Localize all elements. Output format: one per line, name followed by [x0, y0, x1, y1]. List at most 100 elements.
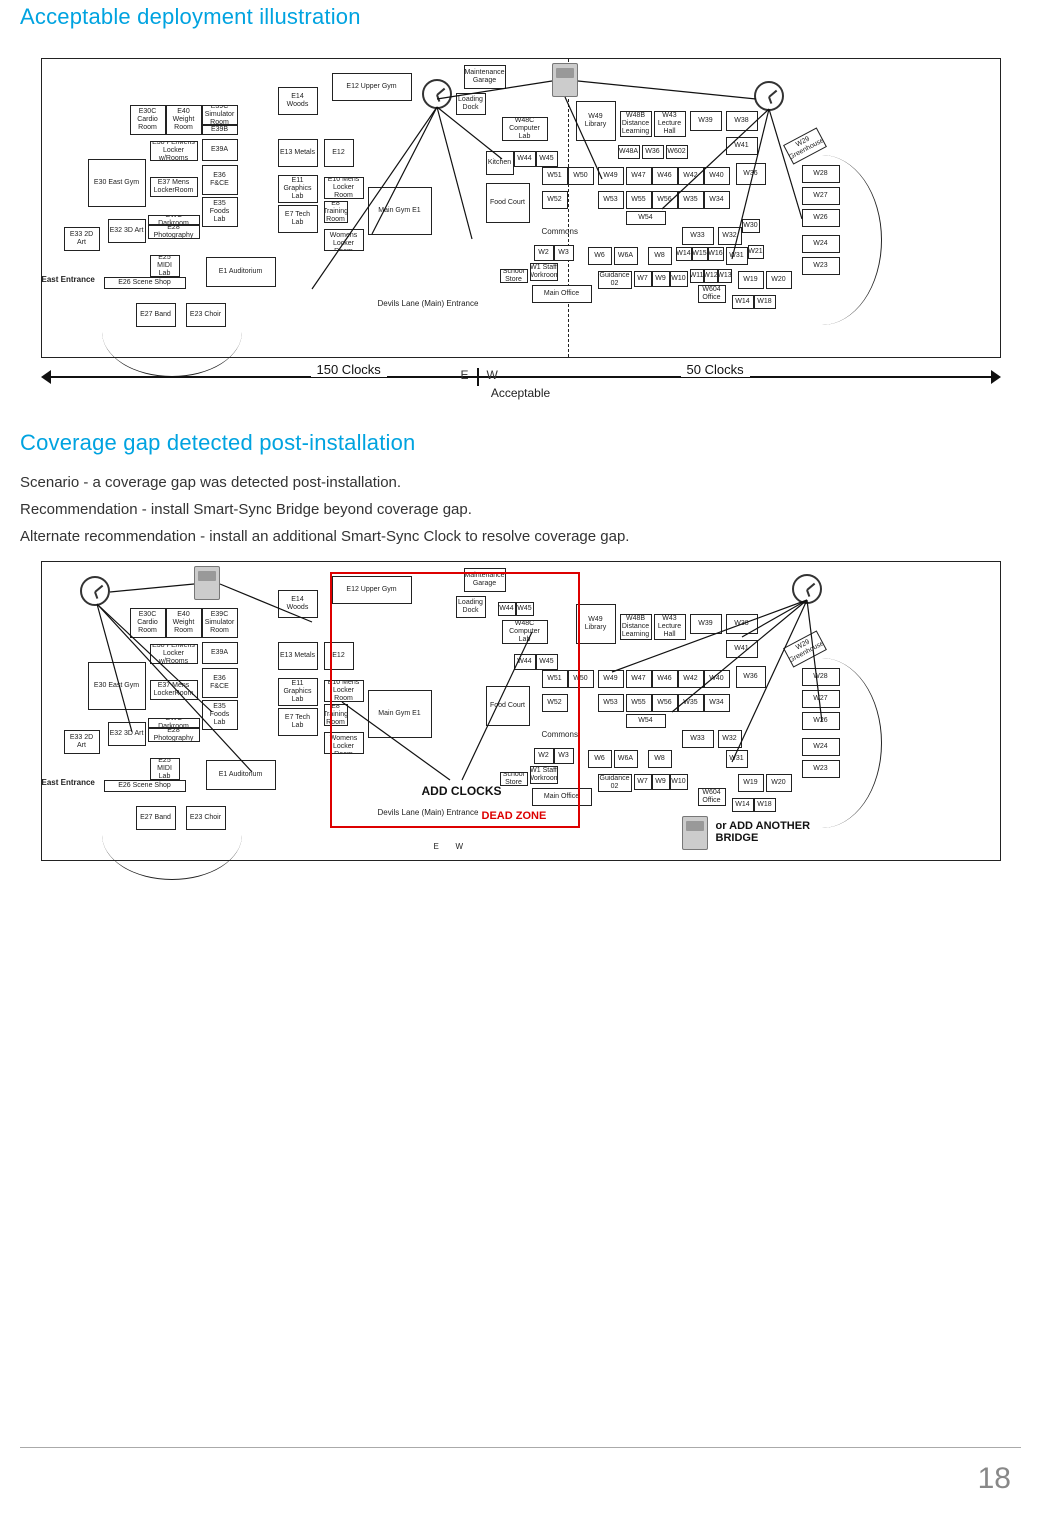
room2-e30c: E30C Cardio Room — [130, 608, 166, 638]
room2-w54: W54 — [626, 714, 666, 728]
room-guidance: Guidance 02 — [598, 271, 632, 289]
room-w14_b: W14 — [676, 247, 692, 261]
room-w1: W1 Staff Workroom — [530, 263, 558, 281]
label-add-clocks: ADD CLOCKS — [422, 784, 502, 798]
room-e28: E28 Photography — [148, 225, 200, 239]
room2-w18: W18 — [754, 798, 776, 812]
label-dead-zone: DEAD ZONE — [482, 810, 547, 822]
heading-coverage-gap: Coverage gap detected post-installation — [20, 430, 1021, 456]
room2-w35: W35 — [678, 694, 704, 712]
text-alternate: Alternate recommendation - install an ad… — [20, 528, 1021, 545]
arrow-right-icon — [991, 370, 1001, 384]
room-w41: W41 — [726, 137, 758, 155]
room-w48c: W48C Computer Lab — [502, 117, 548, 141]
room-kitchen: Kitchen — [486, 151, 514, 175]
clock-icon — [792, 574, 822, 604]
room2-e38: E38 PE/Mens Locker w/Rooms — [150, 644, 198, 664]
bridge-icon-alt — [682, 816, 708, 850]
room-w8: W8 — [648, 247, 672, 265]
room2-w53: W53 — [598, 694, 624, 712]
room-w18: W18 — [754, 295, 776, 309]
room-w47: W47 — [626, 167, 652, 185]
room-mainoffice: Main Office — [532, 285, 592, 303]
room-w6: W6 — [588, 247, 612, 265]
room-w36s: W36 — [642, 145, 664, 159]
room-w21: W21 — [748, 245, 764, 259]
room-w7: W7 — [634, 271, 652, 287]
room2-w43: W43 Lecture Hall — [654, 614, 686, 640]
room-w12: W12 — [704, 269, 718, 283]
room2-w6: W6 — [588, 750, 612, 768]
curve2-left — [102, 790, 242, 880]
room-w13: W13 — [718, 269, 732, 283]
floorplan-2: E30C Cardio Room E40 Weight Room E39C Si… — [41, 561, 1001, 861]
room-w39: W39 — [690, 111, 722, 131]
room2-e7: E7 Tech Lab — [278, 708, 318, 736]
caption-acceptable: Acceptable — [41, 386, 1001, 400]
room-e37: E37 Mens LockerRoom — [150, 177, 198, 197]
room-e32: E32 3D Art — [108, 219, 146, 243]
room2-w31: W31 — [726, 750, 748, 768]
room-office: W604 Office — [698, 285, 726, 303]
room-school: School Store — [500, 269, 528, 283]
room2-w49: W49 Library — [576, 604, 616, 644]
room-e39b: E39B — [202, 125, 238, 135]
room-w602: W602 — [666, 145, 688, 159]
room-w33: W33 — [682, 227, 714, 245]
room2-e1: E1 Auditorium — [206, 760, 276, 790]
axis-line — [45, 376, 997, 378]
room-e30c: E30C Cardio Room — [130, 105, 166, 135]
room-e12u: E12 Upper Gym — [332, 73, 412, 101]
room-w11: W11 — [690, 269, 704, 283]
room-w36: W36 — [736, 163, 766, 185]
axis-tick — [477, 368, 479, 386]
room2-w56: W56 — [652, 694, 678, 712]
room-w34: W34 — [704, 191, 730, 209]
room-e39c: E39C Simulator Room — [202, 105, 238, 125]
room-maingym: Main Gym E1 — [368, 187, 432, 235]
room-w31: W31 — [726, 247, 748, 265]
room-w32: W32 — [718, 227, 742, 245]
room2-e11: E11 Graphics Lab — [278, 678, 318, 706]
room2-e40: E40 Weight Room — [166, 608, 202, 638]
room2-w36: W36 — [736, 666, 766, 688]
axis-arrow-1: 150 Clocks E W 50 Clocks Acceptable — [41, 368, 1001, 396]
room-w48b: W48B Distance Learning — [620, 111, 652, 137]
room2-w7: W7 — [634, 774, 652, 790]
room-w40: W40 — [704, 167, 730, 185]
room-commons: Commons — [542, 227, 578, 236]
room-w16_b: W16 — [708, 247, 724, 261]
room-w48a: W48A — [618, 145, 640, 159]
room-e25: E25 MIDI Lab — [150, 255, 180, 277]
room-w55: W55 — [626, 191, 652, 209]
clock-icon — [422, 79, 452, 109]
room2-e14: E14 Woods — [278, 590, 318, 618]
room2-w10: W10 — [670, 774, 688, 790]
curve2-right — [762, 658, 882, 828]
room2-e13: E13 Metals — [278, 642, 318, 670]
label2-E: E — [434, 842, 439, 851]
room-e38: E38 PE/Mens Locker w/Rooms — [150, 141, 198, 161]
room-w9: W9 — [652, 271, 670, 287]
plan-divider — [568, 59, 569, 357]
room2-e25: E25 MIDI Lab — [150, 758, 180, 780]
room2-w19: W19 — [738, 774, 764, 792]
label-add-bridge: or ADD ANOTHER BRIDGE — [716, 820, 836, 844]
room-e12: E12 — [324, 139, 354, 167]
room-loading: Loading Dock — [456, 93, 486, 115]
room-w49b: W49 — [598, 167, 624, 185]
room2-office: W604 Office — [698, 788, 726, 806]
room-e6: E6 Womens Locker Room — [324, 229, 364, 251]
clock-icon — [754, 81, 784, 111]
room-e10: E10 Mens Locker Room — [324, 177, 364, 199]
room2-w8: W8 — [648, 750, 672, 768]
room2-w55: W55 — [626, 694, 652, 712]
room-w43: W43 Lecture Hall — [654, 111, 686, 137]
label-150-clocks: 150 Clocks — [311, 362, 387, 377]
room-w19: W19 — [738, 271, 764, 289]
room-w35: W35 — [678, 191, 704, 209]
room2-w34: W34 — [704, 694, 730, 712]
room-w42: W42 — [678, 167, 704, 185]
room-e13: E13 Metals — [278, 139, 318, 167]
room-w17: W14 — [732, 295, 754, 309]
